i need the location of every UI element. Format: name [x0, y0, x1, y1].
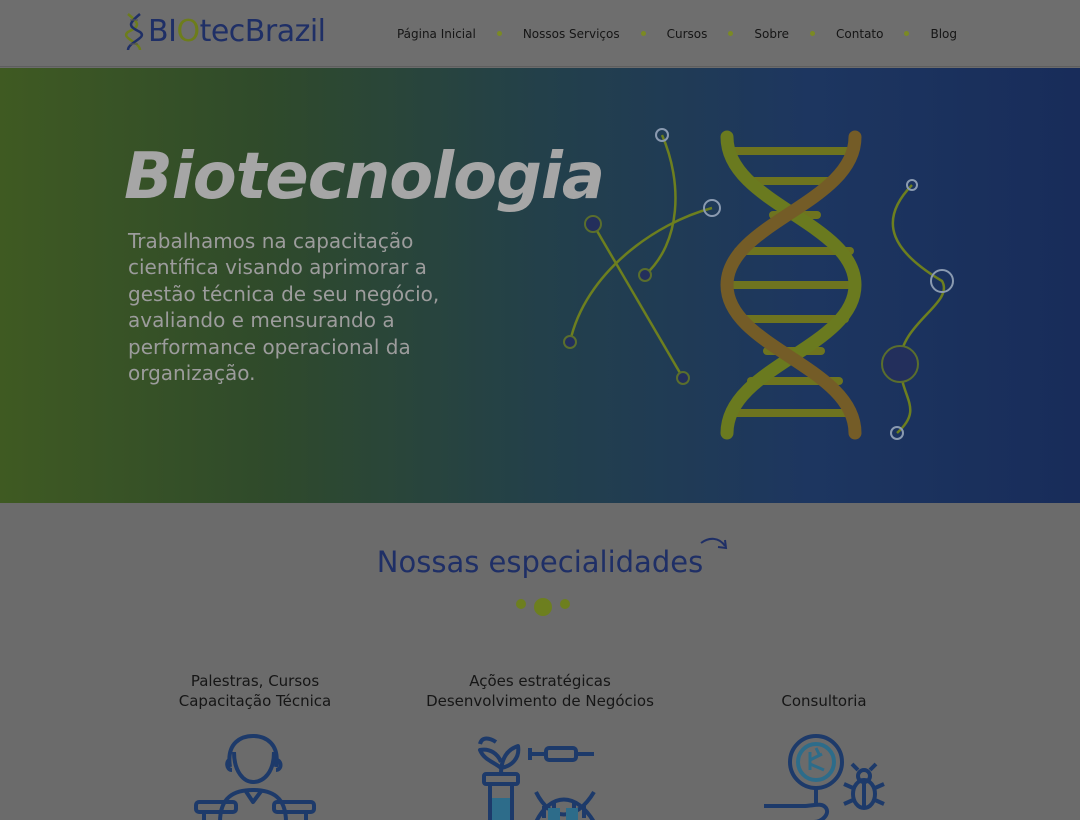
card-title: Palestras, Cursos Capacitação Técnica	[178, 672, 332, 710]
main-nav: Página Inicial Nossos Serviços Cursos So…	[397, 0, 957, 67]
dna-logo-icon	[124, 13, 144, 51]
card-title: Consultoria	[781, 691, 867, 710]
lecturer-icon	[194, 734, 316, 820]
nav-separator	[904, 31, 910, 36]
site-logo[interactable]: BIOtecBrazil	[124, 10, 326, 54]
specialties-title-text: Nossas especialidades	[376, 545, 704, 579]
decorative-dots-icon	[516, 598, 570, 616]
nav-home[interactable]: Página Inicial	[397, 27, 476, 41]
nav-separator	[640, 31, 646, 36]
logo-text: BIOtecBrazil	[148, 14, 326, 49]
nav-services[interactable]: Nossos Serviços	[523, 27, 620, 41]
specialty-card-strategy[interactable]: Ações estratégicas Desenvolvimento de Ne…	[410, 672, 670, 711]
specialty-card-lectures[interactable]: Palestras, Cursos Capacitação Técnica	[125, 672, 385, 711]
card-title: Ações estratégicas Desenvolvimento de Ne…	[426, 672, 654, 710]
lab-plant-dna-icon	[478, 736, 596, 820]
curved-arrow-icon	[700, 537, 728, 550]
nav-about[interactable]: Sobre	[754, 27, 789, 41]
specialties-list: Palestras, Cursos Capacitação Técnica Aç…	[0, 672, 1080, 820]
nav-blog[interactable]: Blog	[930, 27, 957, 41]
hero-description: Trabalhamos na capacitação científica vi…	[128, 229, 440, 386]
site-header: BIOtecBrazil Página Inicial Nossos Servi…	[0, 0, 1080, 67]
hero-banner: Biotecnologia Trabalhamos na capacitação…	[0, 68, 1080, 503]
specialty-card-consulting[interactable]: Consultoria	[694, 672, 954, 711]
magnifier-bug-icon	[764, 734, 885, 820]
nav-separator	[728, 31, 734, 36]
nav-contact[interactable]: Contato	[836, 27, 883, 41]
nav-separator	[496, 31, 502, 36]
dna-molecule-illustration	[563, 128, 954, 440]
hero-title: Biotecnologia	[124, 140, 605, 214]
specialties-section-title: Nossas especialidades	[0, 537, 1080, 579]
nav-separator	[810, 31, 816, 36]
nav-courses[interactable]: Cursos	[667, 27, 708, 41]
